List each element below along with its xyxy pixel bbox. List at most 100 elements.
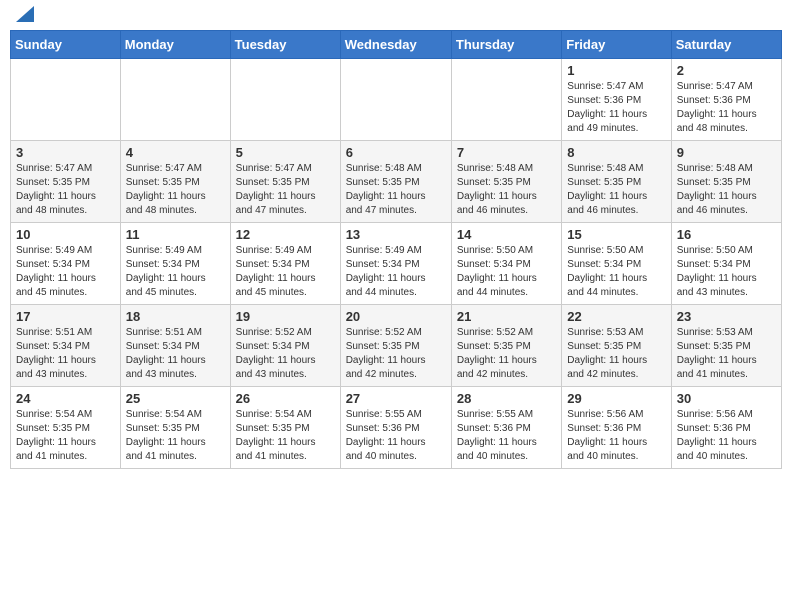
calendar-cell — [230, 59, 340, 141]
calendar-cell: 7 Sunrise: 5:48 AM Sunset: 5:35 PM Daylig… — [451, 141, 561, 223]
calendar-cell: 24 Sunrise: 5:54 AM Sunset: 5:35 PM Dayli… — [11, 387, 121, 469]
calendar-week-row: 24 Sunrise: 5:54 AM Sunset: 5:35 PM Dayli… — [11, 387, 782, 469]
calendar-cell — [340, 59, 451, 141]
day-info: Sunrise: 5:48 AM Sunset: 5:35 PM Dayligh… — [677, 162, 776, 218]
calendar-cell: 22Sunrise: 5:53 AM Sunset: 5:35 PM Dayli… — [562, 305, 671, 387]
calendar-cell: 12 Sunrise: 5:49 AM Sunset: 5:34 PM Dayli… — [230, 223, 340, 305]
logo — [14, 10, 34, 22]
day-number: 29 — [567, 391, 665, 406]
calendar-week-row: 1 Sunrise: 5:47 AM Sunset: 5:36 PM Daylig… — [11, 59, 782, 141]
day-info: Sunrise: 5:50 AM Sunset: 5:34 PM Dayligh… — [457, 244, 556, 300]
calendar-cell: 20 Sunrise: 5:52 AM Sunset: 5:35 PM Dayli… — [340, 305, 451, 387]
day-info: Sunrise: 5:48 AM Sunset: 5:35 PM Dayligh… — [346, 162, 446, 218]
day-info: Sunrise: 5:55 AM Sunset: 5:36 PM Dayligh… — [346, 408, 446, 464]
day-number: 6 — [346, 145, 446, 160]
day-info: Sunrise: 5:56 AM Sunset: 5:36 PM Dayligh… — [567, 408, 665, 464]
day-number: 21 — [457, 309, 556, 324]
day-info: Sunrise: 5:47 AM Sunset: 5:35 PM Dayligh… — [16, 162, 115, 218]
day-number: 24 — [16, 391, 115, 406]
day-info: Sunrise: 5:47 AM Sunset: 5:36 PM Dayligh… — [677, 80, 776, 136]
day-number: 20 — [346, 309, 446, 324]
calendar-cell: 11Sunrise: 5:49 AM Sunset: 5:34 PM Dayli… — [120, 223, 230, 305]
calendar-cell: 2 Sunrise: 5:47 AM Sunset: 5:36 PM Daylig… — [671, 59, 781, 141]
day-info: Sunrise: 5:55 AM Sunset: 5:36 PM Dayligh… — [457, 408, 556, 464]
day-of-week-header: Wednesday — [340, 31, 451, 59]
calendar-cell: 14 Sunrise: 5:50 AM Sunset: 5:34 PM Dayli… — [451, 223, 561, 305]
day-of-week-header: Tuesday — [230, 31, 340, 59]
day-number: 18 — [126, 309, 225, 324]
day-number: 8 — [567, 145, 665, 160]
day-of-week-header: Friday — [562, 31, 671, 59]
day-number: 27 — [346, 391, 446, 406]
day-info: Sunrise: 5:49 AM Sunset: 5:34 PM Dayligh… — [236, 244, 335, 300]
day-info: Sunrise: 5:47 AM Sunset: 5:36 PM Dayligh… — [567, 80, 665, 136]
calendar-cell: 1 Sunrise: 5:47 AM Sunset: 5:36 PM Daylig… — [562, 59, 671, 141]
day-number: 17 — [16, 309, 115, 324]
day-info: Sunrise: 5:48 AM Sunset: 5:35 PM Dayligh… — [457, 162, 556, 218]
day-info: Sunrise: 5:50 AM Sunset: 5:34 PM Dayligh… — [677, 244, 776, 300]
calendar-cell: 28 Sunrise: 5:55 AM Sunset: 5:36 PM Dayli… — [451, 387, 561, 469]
day-number: 19 — [236, 309, 335, 324]
day-number: 9 — [677, 145, 776, 160]
day-info: Sunrise: 5:56 AM Sunset: 5:36 PM Dayligh… — [677, 408, 776, 464]
calendar-cell: 8 Sunrise: 5:48 AM Sunset: 5:35 PM Daylig… — [562, 141, 671, 223]
calendar-cell: 18Sunrise: 5:51 AM Sunset: 5:34 PM Dayli… — [120, 305, 230, 387]
calendar-cell: 23Sunrise: 5:53 AM Sunset: 5:35 PM Dayli… — [671, 305, 781, 387]
calendar-cell: 15 Sunrise: 5:50 AM Sunset: 5:34 PM Dayli… — [562, 223, 671, 305]
day-of-week-header: Sunday — [11, 31, 121, 59]
calendar-week-row: 10 Sunrise: 5:49 AM Sunset: 5:34 PM Dayli… — [11, 223, 782, 305]
day-of-week-header: Monday — [120, 31, 230, 59]
day-info: Sunrise: 5:52 AM Sunset: 5:35 PM Dayligh… — [346, 326, 446, 382]
day-number: 2 — [677, 63, 776, 78]
calendar-cell: 6 Sunrise: 5:48 AM Sunset: 5:35 PM Daylig… — [340, 141, 451, 223]
day-number: 1 — [567, 63, 665, 78]
calendar-cell — [11, 59, 121, 141]
calendar-cell: 13Sunrise: 5:49 AM Sunset: 5:34 PM Dayli… — [340, 223, 451, 305]
day-number: 16 — [677, 227, 776, 242]
day-of-week-header: Thursday — [451, 31, 561, 59]
calendar-cell: 3 Sunrise: 5:47 AM Sunset: 5:35 PM Daylig… — [11, 141, 121, 223]
calendar-cell: 17 Sunrise: 5:51 AM Sunset: 5:34 PM Dayli… — [11, 305, 121, 387]
day-info: Sunrise: 5:52 AM Sunset: 5:34 PM Dayligh… — [236, 326, 335, 382]
calendar-cell: 4Sunrise: 5:47 AM Sunset: 5:35 PM Daylig… — [120, 141, 230, 223]
calendar-cell: 10 Sunrise: 5:49 AM Sunset: 5:34 PM Dayli… — [11, 223, 121, 305]
day-info: Sunrise: 5:50 AM Sunset: 5:34 PM Dayligh… — [567, 244, 665, 300]
calendar-cell: 9 Sunrise: 5:48 AM Sunset: 5:35 PM Daylig… — [671, 141, 781, 223]
calendar-cell — [120, 59, 230, 141]
calendar-cell: 16 Sunrise: 5:50 AM Sunset: 5:34 PM Dayli… — [671, 223, 781, 305]
day-info: Sunrise: 5:49 AM Sunset: 5:34 PM Dayligh… — [16, 244, 115, 300]
calendar-cell: 25 Sunrise: 5:54 AM Sunset: 5:35 PM Dayli… — [120, 387, 230, 469]
day-number: 28 — [457, 391, 556, 406]
day-info: Sunrise: 5:52 AM Sunset: 5:35 PM Dayligh… — [457, 326, 556, 382]
page-header — [10, 10, 782, 22]
day-info: Sunrise: 5:54 AM Sunset: 5:35 PM Dayligh… — [16, 408, 115, 464]
day-info: Sunrise: 5:49 AM Sunset: 5:34 PM Dayligh… — [126, 244, 225, 300]
day-info: Sunrise: 5:54 AM Sunset: 5:35 PM Dayligh… — [126, 408, 225, 464]
day-number: 10 — [16, 227, 115, 242]
day-number: 4 — [126, 145, 225, 160]
calendar-table: SundayMondayTuesdayWednesdayThursdayFrid… — [10, 30, 782, 469]
day-number: 14 — [457, 227, 556, 242]
day-number: 7 — [457, 145, 556, 160]
calendar-cell: 29 Sunrise: 5:56 AM Sunset: 5:36 PM Dayli… — [562, 387, 671, 469]
calendar-cell: 27 Sunrise: 5:55 AM Sunset: 5:36 PM Dayli… — [340, 387, 451, 469]
day-info: Sunrise: 5:48 AM Sunset: 5:35 PM Dayligh… — [567, 162, 665, 218]
day-number: 5 — [236, 145, 335, 160]
calendar-week-row: 17 Sunrise: 5:51 AM Sunset: 5:34 PM Dayli… — [11, 305, 782, 387]
calendar-header-row: SundayMondayTuesdayWednesdayThursdayFrid… — [11, 31, 782, 59]
day-number: 12 — [236, 227, 335, 242]
day-number: 30 — [677, 391, 776, 406]
day-info: Sunrise: 5:51 AM Sunset: 5:34 PM Dayligh… — [16, 326, 115, 382]
day-info: Sunrise: 5:53 AM Sunset: 5:35 PM Dayligh… — [677, 326, 776, 382]
calendar-week-row: 3 Sunrise: 5:47 AM Sunset: 5:35 PM Daylig… — [11, 141, 782, 223]
calendar-cell: 21 Sunrise: 5:52 AM Sunset: 5:35 PM Dayli… — [451, 305, 561, 387]
calendar-cell: 5Sunrise: 5:47 AM Sunset: 5:35 PM Daylig… — [230, 141, 340, 223]
calendar-cell: 26Sunrise: 5:54 AM Sunset: 5:35 PM Dayli… — [230, 387, 340, 469]
day-number: 15 — [567, 227, 665, 242]
calendar-cell — [451, 59, 561, 141]
day-number: 25 — [126, 391, 225, 406]
day-number: 26 — [236, 391, 335, 406]
day-number: 3 — [16, 145, 115, 160]
logo-icon — [16, 6, 34, 22]
calendar-cell: 19 Sunrise: 5:52 AM Sunset: 5:34 PM Dayli… — [230, 305, 340, 387]
